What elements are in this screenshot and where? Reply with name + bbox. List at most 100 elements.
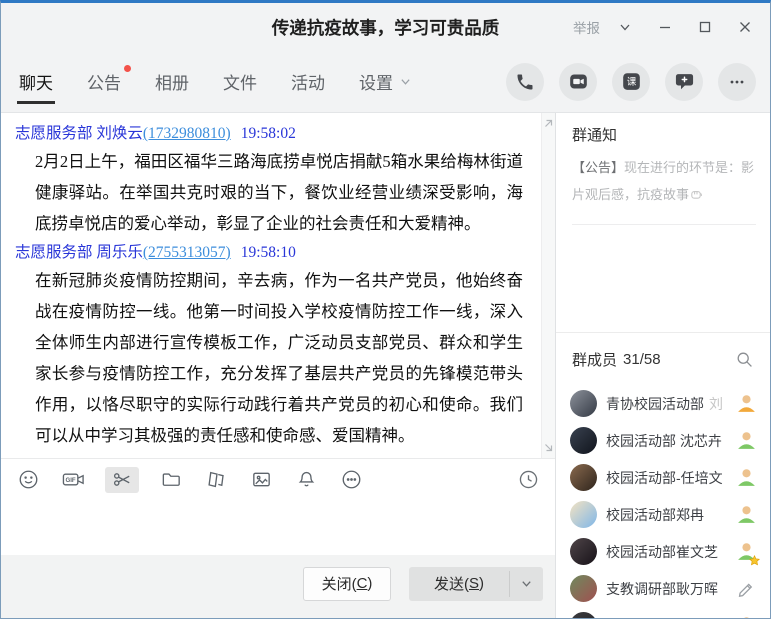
group-notice-text[interactable]: 【公告】现在进行的环节是：影片观后感，抗疫故事	[572, 154, 756, 208]
notice-divider	[572, 224, 756, 225]
member-row[interactable]: 青协校园活动部刘	[556, 385, 770, 422]
send-file-button[interactable]	[158, 467, 184, 493]
star-badge-icon	[749, 555, 760, 566]
members-count: 31/58	[623, 351, 661, 368]
group-sidebar: 群通知 【公告】现在进行的环节是：影片观后感，抗疫故事 群成员 31/58 青协…	[556, 113, 770, 618]
tab-settings[interactable]: 设置	[357, 51, 413, 112]
member-avatar	[570, 575, 597, 602]
message-header: 志愿服务部 刘焕云(1732980810) 19:58:02	[15, 122, 523, 146]
new-topic-button[interactable]	[665, 63, 703, 101]
search-icon	[735, 350, 754, 369]
sender-uid-link[interactable]: (2755313057)	[143, 244, 231, 261]
image-icon	[250, 468, 273, 491]
tab-chat[interactable]: 聊天	[17, 51, 55, 112]
chat-scroll-strip[interactable]	[541, 113, 555, 458]
course-icon: 课	[621, 71, 642, 92]
window-shake-button[interactable]	[203, 467, 229, 493]
close-button[interactable]	[728, 12, 762, 42]
member-row[interactable]: 校园活动部崔文芝	[556, 533, 770, 570]
sender-name: 志愿服务部 刘焕云	[15, 125, 143, 142]
member-row[interactable]: 校园活动部郑冉	[556, 496, 770, 533]
send-button[interactable]: 发送(S)	[409, 567, 509, 601]
message-time: 19:58:10	[241, 244, 296, 261]
message-history-button[interactable]	[515, 467, 541, 493]
tab-announcement[interactable]: 公告	[85, 51, 123, 112]
member-avatar	[570, 464, 597, 491]
member-name: 青协校园活动部刘	[606, 394, 734, 414]
member-avatar	[570, 427, 597, 454]
tab-activities[interactable]: 活动	[289, 51, 327, 112]
tab-album[interactable]: 相册	[153, 51, 191, 112]
gif-hotpic-button[interactable]: GIF	[60, 467, 86, 493]
more-circle-icon	[340, 468, 363, 491]
member-avatar	[570, 612, 597, 618]
close-chat-button[interactable]: 关闭(C)	[303, 567, 391, 601]
video-call-button[interactable]	[559, 63, 597, 101]
message-body: 2月2日上午，福田区福华三路海底捞卓悦店捐献5箱水果给梅林街道健康驿站。在举国共…	[15, 146, 523, 239]
voice-call-button[interactable]	[506, 63, 544, 101]
group-members-header: 群成员 31/58	[556, 333, 770, 385]
member-role-icon	[734, 577, 758, 601]
bell-icon	[295, 468, 318, 491]
person-role-icon	[736, 430, 757, 451]
person-role-icon	[736, 467, 757, 488]
member-row[interactable]: 校园活动部-任培文	[556, 459, 770, 496]
course-button[interactable]: 课	[612, 63, 650, 101]
member-row[interactable]: 支教调研部耿万晖	[556, 570, 770, 607]
member-role-icon	[734, 466, 758, 490]
main-area: 志愿服务部 刘焕云(1732980810) 19:58:02 2月2日上午，福田区…	[1, 113, 770, 618]
send-options-button[interactable]	[510, 567, 543, 601]
tab-files[interactable]: 文件	[221, 51, 259, 112]
member-avatar	[570, 390, 597, 417]
fist-emoji-icon	[690, 187, 703, 201]
notify-button[interactable]	[293, 467, 319, 493]
phone-icon	[515, 72, 535, 92]
close-icon	[738, 20, 752, 34]
scroll-to-top-icon[interactable]	[543, 118, 554, 129]
chat-bubble-plus-icon	[674, 71, 695, 92]
send-image-button[interactable]	[248, 467, 274, 493]
chat-message: 志愿服务部 周乐乐(2755313057) 19:58:10 在新冠肺炎疫情防控期…	[15, 241, 523, 451]
sender-name: 志愿服务部 周乐乐	[15, 244, 143, 261]
clock-icon	[517, 468, 540, 491]
maximize-button[interactable]	[688, 12, 722, 42]
input-toolbar: GIF	[1, 458, 555, 500]
message-time: 19:58:02	[241, 125, 296, 142]
message-viewport[interactable]: 志愿服务部 刘焕云(1732980810) 19:58:02 2月2日上午，福田区…	[1, 113, 555, 458]
send-split-button: 发送(S)	[409, 567, 543, 601]
member-name: 校园活动部崔文芝	[606, 542, 734, 562]
member-role-icon	[734, 503, 758, 527]
app-window: 传递抗疫故事，学习可贵品质 举报 聊天 公告 相册 文件 活动 设置	[0, 0, 771, 619]
screenshot-button[interactable]	[105, 467, 139, 493]
search-members-button[interactable]	[732, 347, 756, 371]
title-bar: 传递抗疫故事，学习可贵品质 举报	[1, 3, 770, 51]
member-row[interactable]: 校园活动部 沈芯卉	[556, 422, 770, 459]
more-actions-button[interactable]	[718, 63, 756, 101]
member-role-icon	[734, 614, 758, 619]
notice-tag: 【公告】	[572, 160, 624, 175]
member-name	[606, 618, 734, 619]
message-input[interactable]	[1, 500, 555, 555]
member-role-icon	[734, 392, 758, 416]
member-avatar	[570, 538, 597, 565]
titlebar-dropdown-button[interactable]	[608, 12, 642, 42]
group-notice-title: 群通知	[572, 124, 756, 145]
scroll-to-bottom-icon[interactable]	[543, 442, 554, 453]
send-button-row: 关闭(C) 发送(S)	[1, 555, 555, 618]
member-name: 校园活动部 沈芯卉	[606, 431, 734, 451]
minimize-button[interactable]	[648, 12, 682, 42]
sender-uid-link[interactable]: (1732980810)	[143, 125, 231, 142]
svg-text:GIF: GIF	[65, 477, 75, 484]
group-notice-section: 群通知 【公告】现在进行的环节是：影片观后感，抗疫故事	[556, 113, 770, 332]
member-row[interactable]	[556, 607, 770, 618]
video-camera-icon	[568, 71, 589, 92]
chat-message: 志愿服务部 刘焕云(1732980810) 19:58:02 2月2日上午，福田区…	[15, 122, 523, 239]
message-body: 在新冠肺炎疫情防控期间，辛去病，作为一名共产党员，他始终奋战在疫情防控一线。他第…	[15, 265, 523, 451]
chevron-down-icon	[618, 20, 632, 34]
more-tools-button[interactable]	[338, 467, 364, 493]
report-button[interactable]: 举报	[571, 13, 602, 41]
member-name: 校园活动部郑冉	[606, 505, 734, 525]
member-name: 支教调研部耿万晖	[606, 579, 734, 599]
svg-text:课: 课	[626, 77, 636, 88]
emoji-button[interactable]	[15, 467, 41, 493]
